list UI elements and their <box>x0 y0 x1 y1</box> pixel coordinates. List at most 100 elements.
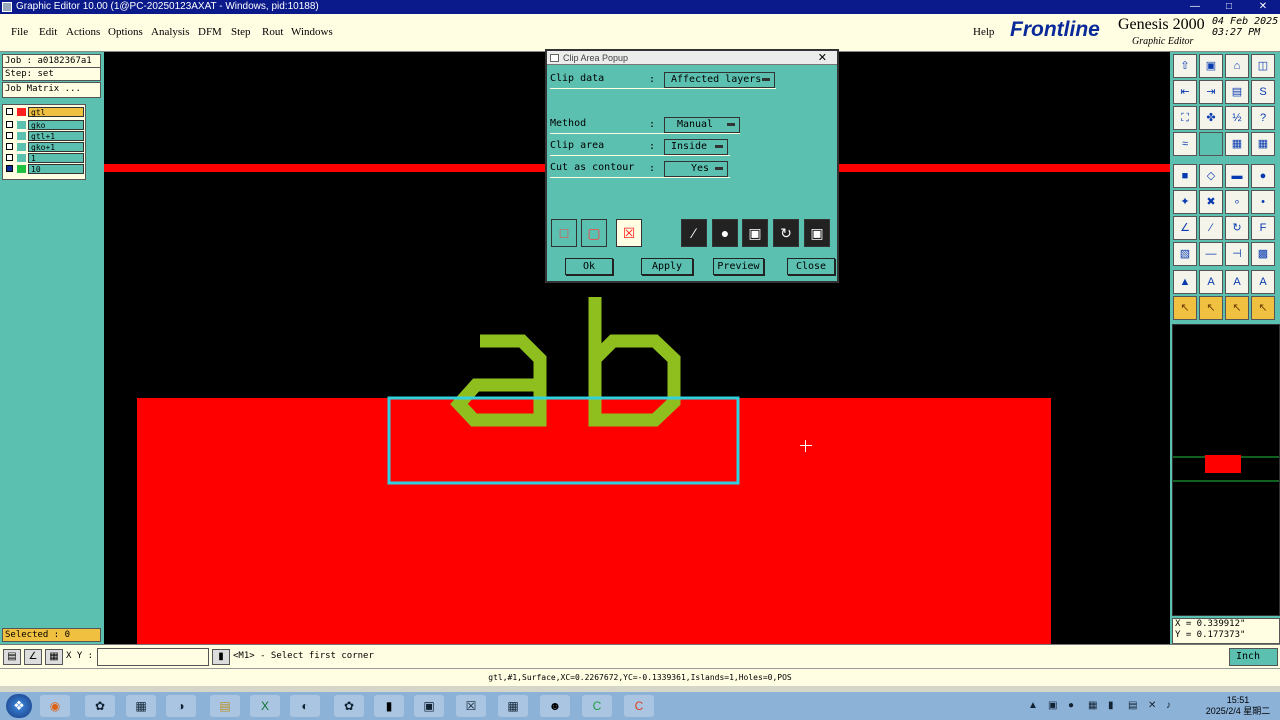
tool-icon[interactable]: ∕ <box>1199 216 1223 240</box>
minimize-icon[interactable]: — <box>1178 0 1212 14</box>
app-icon[interactable]: ✿ <box>85 695 115 717</box>
method-select[interactable]: Manual <box>664 117 740 133</box>
app-icon[interactable]: C <box>582 695 612 717</box>
grid-icon[interactable]: ▦ <box>45 649 63 665</box>
job-matrix-button[interactable]: Job Matrix ... <box>2 82 101 98</box>
rounded-area-icon[interactable]: ▢ <box>581 219 607 247</box>
menu-dfm[interactable]: DFM <box>198 26 222 38</box>
close-icon[interactable]: ✕ <box>1246 0 1280 14</box>
pointer-icon[interactable]: ↖ <box>1173 296 1197 320</box>
tray-icon[interactable]: ▮ <box>1108 700 1114 711</box>
tool-icon[interactable]: ⇥ <box>1199 80 1223 104</box>
app-icon[interactable]: ✿ <box>334 695 364 717</box>
tool-icon[interactable]: ⇧ <box>1173 54 1197 78</box>
app-icon[interactable]: ▦ <box>126 695 156 717</box>
volume-icon[interactable]: ♪ <box>1166 700 1171 711</box>
layer-checkbox[interactable] <box>6 165 13 172</box>
tool-icon[interactable] <box>1199 132 1223 156</box>
app-icon[interactable]: ▣ <box>414 695 444 717</box>
layer-checkbox[interactable] <box>6 143 13 150</box>
excel-icon[interactable]: X <box>250 695 280 717</box>
apply-button[interactable]: Apply <box>641 258 693 275</box>
tool-icon[interactable]: ✦ <box>1173 190 1197 214</box>
menu-actions[interactable]: Actions <box>66 26 100 38</box>
rectangle-area-icon[interactable]: □ <box>551 219 577 247</box>
tool-icon[interactable]: A <box>1225 270 1249 294</box>
layer-row[interactable]: gko <box>6 120 84 130</box>
zoom-fit-icon[interactable]: ⛶ <box>1173 106 1197 130</box>
tray-icon[interactable]: ▤ <box>1128 700 1137 711</box>
pointer-icon[interactable]: ↖ <box>1251 296 1275 320</box>
tool-icon[interactable]: ∠ <box>1173 216 1197 240</box>
layer-row[interactable]: gtl <box>6 107 84 117</box>
app-icon[interactable]: ◐ <box>290 695 320 717</box>
firefox-icon[interactable]: ◉ <box>40 695 70 717</box>
layer-row[interactable]: 1 <box>6 153 84 163</box>
tool-icon[interactable]: ■ <box>1173 164 1197 188</box>
unit-select[interactable]: Inch <box>1229 648 1278 666</box>
tool-icon[interactable]: ◫ <box>1251 54 1275 78</box>
tool-icon[interactable]: S <box>1251 80 1275 104</box>
qq-icon[interactable]: ☻ <box>540 695 570 717</box>
menu-help[interactable]: Help <box>973 26 994 38</box>
start-icon[interactable]: ❖ <box>6 694 32 718</box>
text-feature-icon[interactable]: ▣ <box>804 219 830 247</box>
tool-icon[interactable]: ✖ <box>1199 190 1223 214</box>
home-icon[interactable]: ⌂ <box>1225 54 1249 78</box>
close-icon[interactable]: ✕ <box>818 51 827 65</box>
menu-edit[interactable]: Edit <box>39 26 57 38</box>
menu-file[interactable]: File <box>11 26 28 38</box>
line-feature-icon[interactable]: ∕ <box>681 219 707 247</box>
tray-icon[interactable]: ▣ <box>1048 700 1057 711</box>
tool-icon[interactable]: • <box>1251 190 1275 214</box>
menu-analysis[interactable]: Analysis <box>151 26 190 38</box>
tool-icon[interactable]: ▧ <box>1173 242 1197 266</box>
tool-icon[interactable]: — <box>1199 242 1223 266</box>
tool-icon[interactable]: ⊣ <box>1225 242 1249 266</box>
genesis-icon[interactable]: ☒ <box>456 695 486 717</box>
ok-button[interactable]: Ok <box>565 258 613 275</box>
layer-row[interactable]: gko+1 <box>6 142 84 152</box>
zoom-icon[interactable]: ✤ <box>1199 106 1223 130</box>
pointer-icon[interactable]: ↖ <box>1199 296 1223 320</box>
cut-as-contour-select[interactable]: Yes <box>664 161 728 177</box>
no-clip-icon[interactable]: ☒ <box>616 219 642 247</box>
tool-icon[interactable]: ▦ <box>1251 132 1275 156</box>
layer-checkbox[interactable] <box>6 108 13 115</box>
terminal-icon[interactable]: ▮ <box>374 695 404 717</box>
tray-icon[interactable]: ● <box>1068 700 1074 711</box>
folder-icon[interactable]: ▤ <box>210 695 240 717</box>
tool-icon[interactable]: ½ <box>1225 106 1249 130</box>
tool-icon[interactable]: ↻ <box>1225 216 1249 240</box>
xy-input[interactable] <box>97 648 209 666</box>
menu-rout[interactable]: Rout <box>262 26 283 38</box>
layer-checkbox[interactable] <box>6 154 13 161</box>
app-icon[interactable]: ◑ <box>166 695 196 717</box>
tool-icon[interactable]: ▦ <box>1225 132 1249 156</box>
system-clock[interactable]: 15:51 2025/2/4 星期二 <box>1196 695 1280 717</box>
layer-row[interactable]: gtl+1 <box>6 131 84 141</box>
preview-button[interactable]: Preview <box>713 258 764 275</box>
tool-icon[interactable]: ▣ <box>1199 54 1223 78</box>
menu-windows[interactable]: Windows <box>291 26 333 38</box>
network-icon[interactable]: ✕ <box>1148 700 1156 711</box>
pad-feature-icon[interactable]: ● <box>712 219 738 247</box>
clip-data-select[interactable]: Affected layers <box>664 72 775 88</box>
tool-icon[interactable]: ▩ <box>1251 242 1275 266</box>
tool-icon[interactable]: ● <box>1251 164 1275 188</box>
overview-minimap[interactable] <box>1172 324 1280 616</box>
app-icon[interactable]: C <box>624 695 654 717</box>
tool-icon[interactable]: ≈ <box>1173 132 1197 156</box>
tray-icon[interactable]: ▦ <box>1088 700 1097 711</box>
tool-icon[interactable]: ▬ <box>1225 164 1249 188</box>
pointer-icon[interactable]: ↖ <box>1225 296 1249 320</box>
tool-icon[interactable]: ∘ <box>1225 190 1249 214</box>
close-button[interactable]: Close <box>787 258 835 275</box>
tool-icon[interactable]: F <box>1251 216 1275 240</box>
tray-icon[interactable]: ▲ <box>1028 700 1038 711</box>
menu-step[interactable]: Step <box>231 26 251 38</box>
help-icon[interactable]: ? <box>1251 106 1275 130</box>
app-icon[interactable]: ▦ <box>498 695 528 717</box>
clip-area-select[interactable]: Inside <box>664 139 728 155</box>
tool-icon[interactable]: ▲ <box>1173 270 1197 294</box>
